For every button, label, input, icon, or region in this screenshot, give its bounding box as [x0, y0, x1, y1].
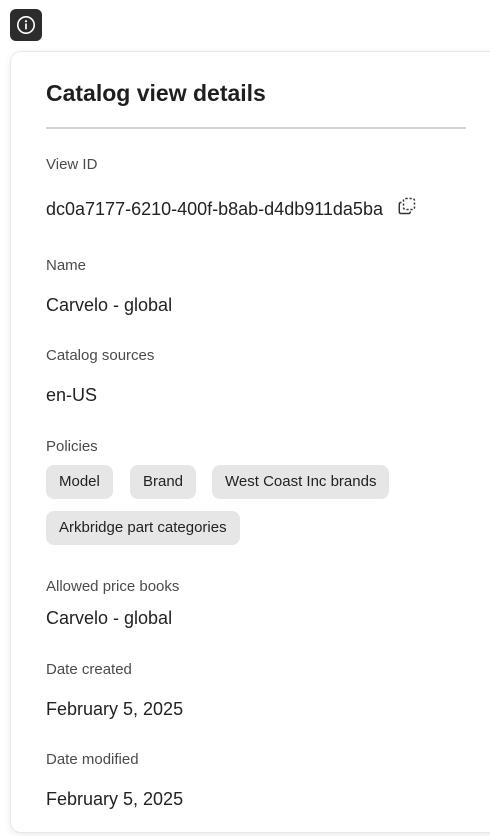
copy-icon	[397, 196, 417, 221]
allowed-price-books-label: Allowed price books	[46, 578, 180, 595]
info-button[interactable]	[10, 9, 42, 41]
policy-tag: West Coast Inc brands	[212, 465, 390, 499]
policy-tag: Brand	[130, 465, 197, 499]
catalog-sources-label: Catalog sources	[46, 347, 155, 364]
info-icon	[16, 15, 36, 35]
panel-title: Catalog view details	[46, 80, 266, 106]
catalog-sources-value: en-US	[46, 385, 98, 405]
copy-view-id-button[interactable]	[396, 197, 418, 219]
policies-label: Policies	[46, 438, 98, 455]
date-created-value: February 5, 2025	[46, 699, 184, 719]
title-divider	[46, 127, 466, 129]
view-id-value: dc0a7177-6210-400f-b8ab-d4db911da5ba	[46, 199, 383, 219]
policy-tag: Model	[46, 465, 113, 499]
date-modified-label: Date modified	[46, 751, 139, 768]
name-value: Carvelo - global	[46, 295, 173, 315]
catalog-view-details-panel: Catalog view details View ID dc0a7177-62…	[11, 52, 490, 832]
policy-tag: Arkbridge part categories	[46, 511, 240, 545]
allowed-price-books-value: Carvelo - global	[46, 608, 173, 628]
view-id-label: View ID	[46, 156, 98, 173]
date-created-label: Date created	[46, 661, 132, 678]
name-label: Name	[46, 257, 87, 274]
date-modified-value: February 5, 2025	[46, 789, 184, 809]
